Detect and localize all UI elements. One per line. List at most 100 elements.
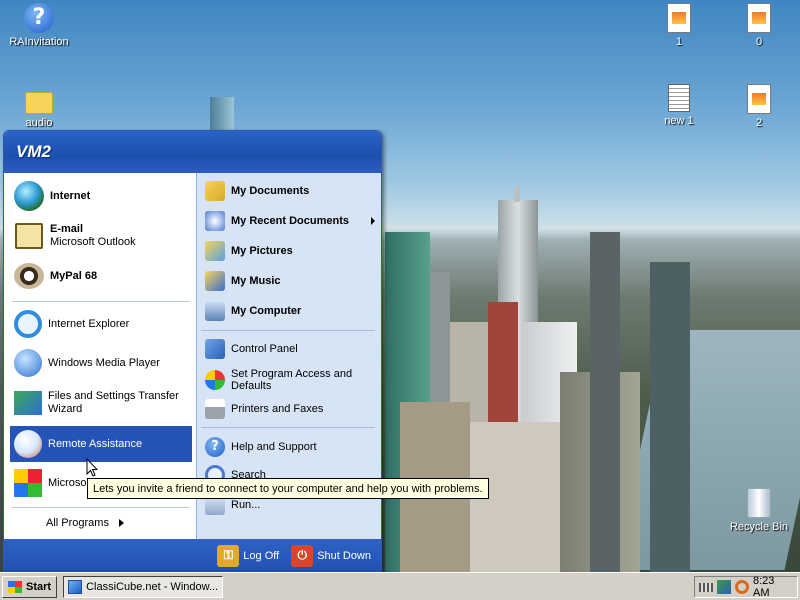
recent-item-label: Microso — [48, 476, 87, 489]
desktop-icon-label: 2 — [755, 117, 763, 129]
place-label: My Recent Documents — [231, 215, 349, 227]
pinned-item-label: E-mail — [50, 223, 84, 235]
image-file-icon — [747, 3, 771, 33]
clock[interactable]: 8:23 AM — [753, 575, 789, 599]
desktop-icon-label: Recycle Bin — [729, 521, 789, 533]
search-tray-icon[interactable] — [735, 580, 749, 594]
place-label: My Documents — [231, 185, 310, 197]
place-label: Set Program Access and Defaults — [231, 368, 353, 392]
internet-explorer-icon — [12, 308, 44, 340]
all-programs-button[interactable]: All Programs — [46, 517, 124, 529]
start-menu: VM2 Internet E-mail Microsoft Outlook My… — [3, 130, 382, 573]
taskbar: Start ClassiCube.net - Window... 8:23 AM — [0, 572, 800, 600]
user-name: VM2 — [16, 142, 51, 161]
remote-assistance-icon — [12, 428, 44, 460]
desktop-icon-1[interactable]: 1 — [644, 3, 714, 48]
transfer-wizard-icon — [12, 387, 44, 419]
desktop-icon-0[interactable]: 0 — [724, 3, 794, 48]
place-my-documents[interactable]: My Documents — [203, 179, 379, 203]
desktop-icon-label: audio — [25, 117, 53, 129]
my-computer-icon — [203, 299, 227, 323]
recent-item-label: Remote Assistance — [48, 437, 143, 450]
recent-windows-media-player[interactable]: Windows Media Player — [10, 346, 192, 380]
media-player-icon — [12, 347, 44, 379]
globe-icon — [12, 179, 46, 213]
building — [210, 97, 234, 132]
pinned-item-label: Internet — [50, 189, 91, 202]
power-icon: ⏻ — [291, 544, 314, 567]
place-my-music[interactable]: My Music — [203, 269, 379, 293]
start-menu-header: VM2 — [4, 131, 381, 173]
recycle-bin-icon — [747, 488, 771, 518]
printer-icon — [203, 397, 227, 421]
pinned-item-sublabel: Microsoft Outlook — [50, 236, 136, 248]
start-menu-footer: ⚿ Log Off ⏻ Shut Down — [4, 539, 381, 572]
desktop-icon-label: RAInvitation — [9, 36, 69, 48]
help-icon: ? — [24, 3, 54, 33]
key-icon: ⚿ — [217, 544, 240, 567]
place-help-support[interactable]: ? Help and Support — [203, 435, 379, 459]
shut-down-label: Shut Down — [317, 549, 371, 562]
folder-icon — [25, 92, 53, 114]
place-printers-faxes[interactable]: Printers and Faxes — [203, 397, 379, 421]
place-my-pictures[interactable]: My Pictures — [203, 239, 379, 263]
recent-item-label: Windows Media Player — [48, 356, 160, 369]
place-program-access[interactable]: Set Program Access and Defaults — [203, 365, 379, 395]
pinned-item-label: MyPal 68 — [50, 269, 98, 282]
shut-down-button[interactable]: ⏻ Shut Down — [291, 544, 371, 567]
image-file-icon — [747, 84, 771, 114]
recent-transfer-wizard[interactable]: Files and Settings Transfer Wizard — [10, 385, 192, 421]
menu-separator — [12, 301, 190, 302]
desktop-icon-label: 0 — [755, 36, 763, 48]
menu-separator — [201, 330, 375, 331]
tooltip: Lets you invite a friend to connect to y… — [87, 478, 489, 499]
desktop-icon-new-1[interactable]: new 1 — [644, 84, 714, 127]
image-file-icon — [667, 3, 691, 33]
help-icon: ? — [203, 435, 227, 459]
arrow-right-icon — [371, 217, 375, 225]
system-tray: 8:23 AM — [694, 575, 798, 599]
place-label: Control Panel — [231, 343, 298, 355]
place-label: Run... — [231, 499, 261, 511]
keyboard-icon[interactable] — [699, 582, 713, 592]
place-label: My Pictures — [231, 245, 293, 257]
log-off-button[interactable]: ⚿ Log Off — [217, 544, 280, 567]
mouse-pointer-icon — [86, 458, 98, 477]
place-control-panel[interactable]: Control Panel — [203, 337, 379, 361]
pinned-internet[interactable]: Internet — [10, 177, 192, 215]
desktop-icon-rainvitation[interactable]: ? RAInvitation — [4, 3, 74, 48]
menu-separator — [12, 507, 190, 508]
program-access-icon — [203, 368, 227, 392]
taskbar-window-label: ClassiCube.net - Window... — [86, 580, 219, 593]
place-label: Printers and Faxes — [231, 403, 324, 415]
recent-documents-icon — [203, 209, 227, 233]
microsoft-icon — [12, 467, 44, 499]
recent-item-label: Files and Settings Transfer Wizard — [48, 390, 179, 415]
menu-separator — [201, 427, 375, 428]
start-label: Start — [26, 580, 52, 593]
place-my-computer[interactable]: My Computer — [203, 299, 379, 323]
place-my-recent-documents[interactable]: My Recent Documents — [203, 209, 379, 233]
desktop-icon-recycle-bin[interactable]: Recycle Bin — [724, 488, 794, 533]
outlook-icon — [12, 219, 46, 253]
pinned-email[interactable]: E-mail Microsoft Outlook — [10, 217, 192, 255]
my-documents-icon — [203, 179, 227, 203]
my-music-icon — [203, 269, 227, 293]
desktop-icon-label: 1 — [675, 36, 683, 48]
recent-remote-assistance[interactable]: Remote Assistance — [10, 426, 192, 462]
network-icon[interactable] — [717, 580, 731, 594]
desktop-icon-audio[interactable]: audio — [4, 86, 74, 129]
pinned-mypal[interactable]: MyPal 68 — [10, 257, 192, 295]
my-pictures-icon — [203, 239, 227, 263]
all-programs-label: All Programs — [46, 517, 109, 529]
log-off-label: Log Off — [243, 549, 280, 562]
recent-internet-explorer[interactable]: Internet Explorer — [10, 307, 192, 341]
place-label: Help and Support — [231, 441, 317, 453]
desktop-icon-2[interactable]: 2 — [724, 84, 794, 129]
building — [590, 232, 620, 572]
start-button[interactable]: Start — [2, 575, 58, 598]
place-label: My Music — [231, 275, 281, 287]
taskbar-window-button[interactable]: ClassiCube.net - Window... — [63, 575, 224, 598]
recent-item-label: Internet Explorer — [48, 317, 130, 330]
desktop-icon-label: new 1 — [664, 115, 694, 127]
